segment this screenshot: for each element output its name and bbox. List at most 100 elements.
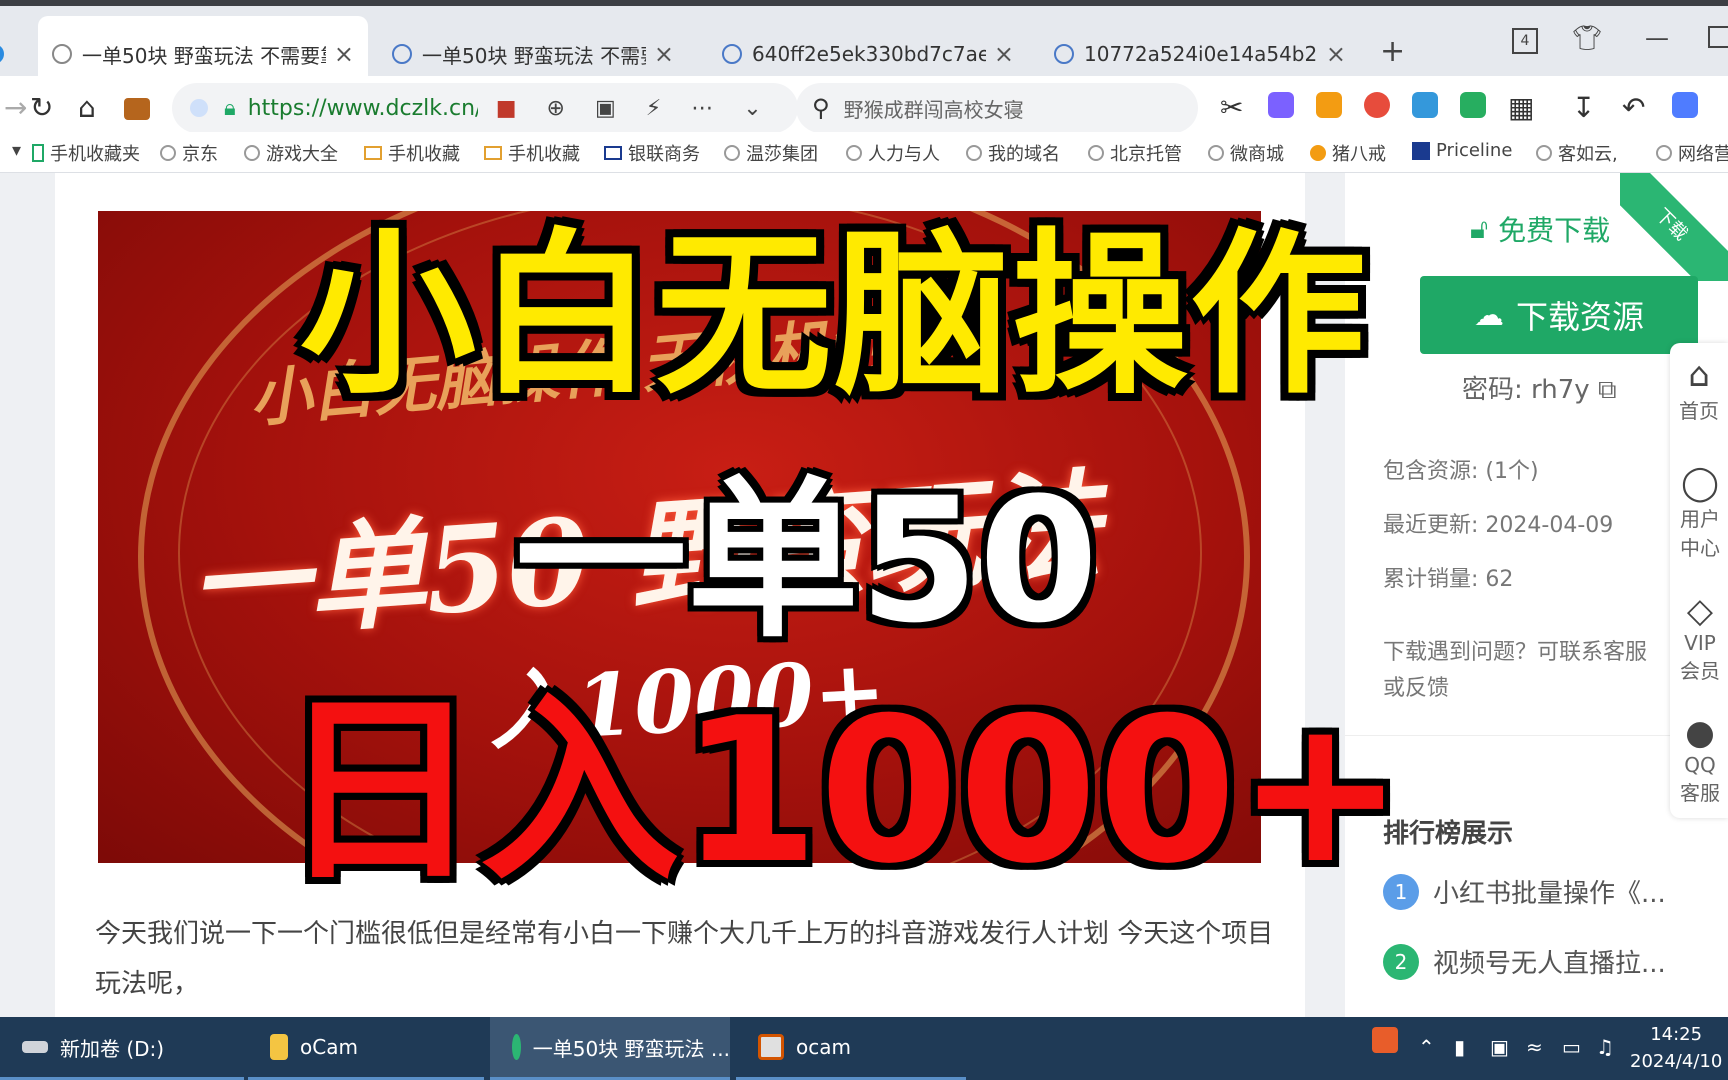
translate-icon[interactable] — [1268, 92, 1294, 118]
rank-item[interactable]: 1 小红书批量操作《... — [1383, 873, 1666, 910]
briefcase-icon[interactable] — [124, 98, 150, 120]
drive-icon — [22, 1041, 48, 1053]
float-label: VIP会员 — [1680, 631, 1720, 683]
chevron-down-icon[interactable]: ⌄ — [743, 96, 761, 121]
minimize-icon[interactable]: — — [1645, 24, 1669, 52]
url-text[interactable]: https://www.dczlk.cn/3 — [248, 96, 478, 121]
search-input[interactable]: 野猴成群闯高校女寝 — [844, 94, 1024, 123]
taskbar-item-drive[interactable]: 新加卷 (D:) — [0, 1017, 244, 1080]
sales-count: 累计销量: 62 — [1383, 567, 1514, 592]
zoom-icon[interactable]: ⊕ — [547, 96, 565, 121]
password-text[interactable]: 密码: rh7y ⧉ — [1462, 369, 1617, 406]
bookmark-item[interactable]: 京东 — [160, 140, 218, 166]
extension-icon[interactable]: ■ — [496, 96, 517, 121]
shirt-icon[interactable]: 👕︎ — [1572, 24, 1602, 52]
lock-icon: 🔒︎ — [224, 95, 236, 121]
scissors-icon[interactable]: ✂︎ — [1220, 88, 1243, 128]
float-vip[interactable]: ◇ VIP会员 — [1678, 591, 1722, 684]
float-qq[interactable]: ● QQ客服 — [1678, 713, 1722, 806]
image-icon[interactable]: ▣ — [595, 96, 616, 121]
overlay-title-line3: 日入1000+ — [280, 675, 1405, 908]
close-icon[interactable]: × — [1326, 40, 1346, 68]
taskbar-item-browser[interactable]: 一单50块 野蛮玩法 ... — [490, 1017, 730, 1080]
bookmark-label: 北京托管 — [1110, 144, 1182, 165]
bookmark-item[interactable]: 手机收藏 — [484, 140, 580, 166]
folder-icon — [484, 146, 502, 160]
copy-icon[interactable]: ⧉ — [1598, 375, 1617, 405]
included-resources: 包含资源: (1个) — [1383, 459, 1539, 484]
battery-icon[interactable]: ▭ — [1562, 1035, 1581, 1059]
bookmark-menu-icon[interactable]: ▾ — [12, 140, 21, 161]
address-bar[interactable]: 🔒︎ https://www.dczlk.cn/3 ■ ⊕ ▣ ⚡︎ ⋯ ⌄ — [172, 83, 798, 133]
lightning-icon[interactable]: ⚡︎ — [646, 96, 661, 121]
weibo-icon[interactable] — [1364, 92, 1390, 118]
bookmark-item[interactable]: Priceline — [1412, 140, 1512, 161]
new-tab-button[interactable]: + — [1380, 34, 1405, 69]
bookmark-label: 游戏大全 — [266, 144, 338, 165]
bookmark-item[interactable]: 客如云, — [1536, 140, 1618, 166]
taskbar-item-ocam[interactable]: ocam — [736, 1017, 966, 1080]
bookmark-label: 温莎集团 — [746, 144, 818, 165]
bookmark-item[interactable]: 猪八戒 — [1310, 140, 1386, 166]
rank-item-title: 小红书批量操作《... — [1433, 879, 1666, 909]
close-icon[interactable]: × — [654, 40, 674, 68]
search-icon: ⚲ — [812, 94, 830, 122]
back-icon[interactable]: → — [4, 88, 27, 128]
rank-number: 2 — [1383, 943, 1419, 980]
undo-icon[interactable]: ↶ — [1622, 88, 1645, 128]
float-home[interactable]: ⌂ 首页 — [1670, 355, 1728, 424]
bookmark-item[interactable]: 网络营 — [1656, 140, 1728, 166]
bookmark-item[interactable]: 人力与人 — [846, 140, 940, 166]
puzzle-icon[interactable]: ▦ — [1508, 88, 1534, 128]
sogou-icon[interactable] — [1372, 1027, 1398, 1053]
taskbar-label: ocam — [796, 1035, 851, 1059]
globe-icon — [1208, 145, 1224, 161]
chevron-up-icon[interactable]: ⌃ — [1418, 1035, 1435, 1059]
close-icon[interactable]: × — [994, 40, 1014, 68]
bookmark-item[interactable]: 我的域名 — [966, 140, 1060, 166]
priceline-icon — [1412, 141, 1430, 160]
bookmark-item[interactable]: 温莎集团 — [724, 140, 818, 166]
download-icon[interactable]: ↧ — [1572, 88, 1595, 128]
search-box[interactable]: ⚲ 野猴成群闯高校女寝 — [796, 83, 1198, 133]
home-icon[interactable]: ⌂ — [78, 88, 96, 128]
float-label: QQ客服 — [1680, 753, 1720, 805]
usb-icon[interactable]: ▮ — [1454, 1035, 1465, 1059]
help-text[interactable]: 下载遇到问题？可联系客服或反馈 — [1383, 635, 1663, 707]
game-icon[interactable] — [1316, 92, 1342, 118]
rank-item[interactable]: 2 视频号无人直播拉... — [1383, 943, 1666, 980]
taskbar-item-ocam-folder[interactable]: oCam — [248, 1017, 484, 1080]
bookmark-item[interactable]: 手机收藏夹 — [32, 140, 140, 166]
diamond-icon: ◇ — [1686, 591, 1714, 631]
free-download-label[interactable]: 🔓︎ 免费下载 — [1470, 209, 1610, 249]
tab-title: 一单50块 野蛮玩法 不需要靠谱 — [82, 43, 326, 68]
floating-nav: ⌂ 首页 ◯ 用户中心 ◇ VIP会员 ● QQ客服 — [1670, 343, 1728, 818]
system-clock[interactable]: 14:25 2024/4/10 — [1630, 1021, 1722, 1075]
globe-icon — [160, 145, 176, 161]
mail-icon[interactable] — [1412, 92, 1438, 118]
security-icon[interactable]: ▣ — [1490, 1035, 1509, 1059]
globe-icon — [846, 145, 862, 161]
bookmark-item[interactable]: 北京托管 — [1088, 140, 1182, 166]
wechat-icon[interactable] — [1460, 92, 1486, 118]
download-button[interactable]: ☁︎ 下载资源 — [1420, 276, 1698, 354]
bookmark-item[interactable]: 银联商务 — [604, 140, 700, 166]
more-icon[interactable]: ⋯ — [691, 96, 713, 121]
bookmark-item[interactable]: 手机收藏 — [364, 140, 460, 166]
bookmark-item[interactable]: 游戏大全 — [244, 140, 338, 166]
maximize-icon[interactable] — [1708, 26, 1728, 48]
reload-icon[interactable]: ↻ — [30, 88, 53, 128]
home-icon: ⌂ — [1688, 355, 1710, 395]
cloud-download-icon: ☁︎ — [1473, 297, 1504, 333]
bookmark-label: 银联商务 — [628, 144, 700, 165]
close-icon[interactable]: × — [334, 40, 354, 68]
ai-icon[interactable] — [1672, 92, 1698, 118]
wifi-icon[interactable]: ≈ — [1526, 1035, 1543, 1059]
globe-icon — [52, 44, 72, 64]
bookmark-item[interactable]: 微商城 — [1208, 140, 1284, 166]
tab-count-badge[interactable]: 4 — [1512, 28, 1538, 54]
volume-icon[interactable]: ♫ — [1596, 1035, 1614, 1059]
float-label: 首页 — [1679, 399, 1719, 423]
user-icon: ◯ — [1680, 463, 1720, 503]
float-user-center[interactable]: ◯ 用户中心 — [1678, 463, 1722, 561]
